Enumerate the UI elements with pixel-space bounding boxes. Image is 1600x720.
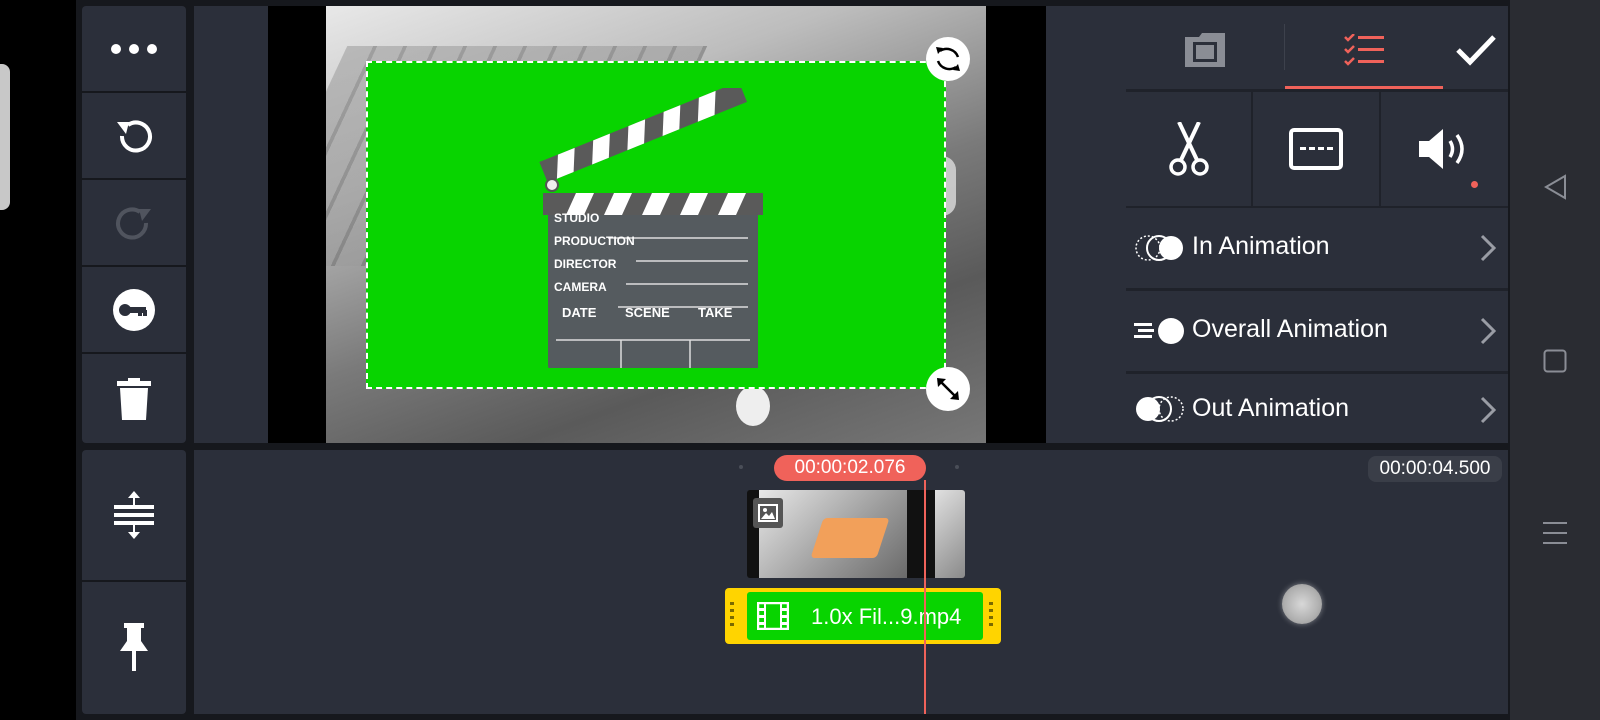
subtitle-icon bbox=[1289, 128, 1343, 170]
in-animation-label: In Animation bbox=[1192, 232, 1330, 260]
recents-lines-icon bbox=[1543, 522, 1567, 544]
delete-button[interactable] bbox=[82, 354, 186, 443]
volume-modified-dot bbox=[1471, 181, 1478, 188]
layer-clip[interactable]: 1.0x Fil...9.mp4 bbox=[725, 588, 1001, 644]
image-badge bbox=[753, 498, 783, 528]
redo-icon bbox=[116, 207, 151, 239]
tab-media[interactable] bbox=[1126, 6, 1284, 94]
keyframe-button[interactable] bbox=[82, 267, 186, 352]
right-panel: In Animation Overall Animation Out Anima… bbox=[1126, 6, 1508, 443]
film-icon bbox=[757, 602, 789, 630]
green-screen-layer[interactable]: STUDIO PRODUCTION DIRECTOR CAMERA DATE S… bbox=[366, 61, 946, 389]
out-animation-icon bbox=[1136, 396, 1184, 422]
more-icon bbox=[111, 43, 157, 54]
overall-animation-label: Overall Animation bbox=[1192, 315, 1388, 343]
undo-icon bbox=[117, 120, 152, 152]
nav-back-button[interactable] bbox=[1540, 172, 1570, 202]
back-triangle-icon bbox=[1544, 174, 1566, 200]
total-duration-badge: 00:00:04.500 bbox=[1368, 456, 1502, 482]
redo-button[interactable] bbox=[82, 180, 186, 265]
more-options-button[interactable] bbox=[82, 6, 186, 91]
clapperboard-icon bbox=[539, 88, 763, 368]
playhead-line[interactable] bbox=[924, 480, 926, 714]
chevron-right-icon bbox=[1480, 317, 1496, 345]
editor-app: STUDIO PRODUCTION DIRECTOR CAMERA DATE S… bbox=[76, 0, 1510, 720]
rotate-icon bbox=[936, 47, 960, 71]
clapperboard-label-camera: CAMERA bbox=[554, 280, 607, 294]
resize-handle[interactable] bbox=[926, 367, 970, 411]
confirm-button[interactable] bbox=[1443, 6, 1508, 94]
options-list-icon bbox=[1344, 34, 1384, 66]
image-icon bbox=[758, 504, 778, 522]
layer-clip-label: 1.0x Fil...9.mp4 bbox=[811, 604, 962, 629]
overall-animation-icon bbox=[1134, 318, 1184, 344]
chevron-right-icon bbox=[1480, 396, 1496, 424]
nav-home-button[interactable] bbox=[1540, 346, 1570, 376]
home-square-icon bbox=[1543, 349, 1567, 373]
tool-subtitle[interactable] bbox=[1253, 92, 1379, 206]
floating-touch-indicator[interactable] bbox=[1282, 584, 1322, 624]
panel-tabs bbox=[1126, 6, 1508, 89]
overall-animation-row[interactable]: Overall Animation bbox=[1126, 291, 1508, 371]
clip-frame-2 bbox=[935, 490, 965, 578]
in-animation-row[interactable]: In Animation bbox=[1126, 208, 1508, 288]
layer-clip-left-grip[interactable] bbox=[730, 602, 734, 630]
chevron-right-icon bbox=[1480, 234, 1496, 262]
scissors-icon bbox=[1168, 122, 1209, 176]
in-animation-icon bbox=[1135, 235, 1183, 261]
clapperboard-label-studio: STUDIO bbox=[554, 211, 600, 225]
rotate-handle[interactable] bbox=[926, 37, 970, 81]
clapperboard-col-take: TAKE bbox=[698, 305, 733, 320]
pin-icon bbox=[120, 623, 148, 671]
layer-clip-body: 1.0x Fil...9.mp4 bbox=[747, 592, 983, 640]
video-clip-thumbnail[interactable] bbox=[747, 490, 965, 578]
screen-edge-handle[interactable] bbox=[0, 64, 10, 210]
timeline-resize-icon bbox=[114, 491, 154, 539]
current-time-badge: 00:00:02.076 bbox=[774, 455, 926, 481]
timeline-area[interactable]: 00:00:02.076 00:00:04.500 1.0x Fil...9.m… bbox=[194, 450, 1508, 714]
tab-options-underline bbox=[1285, 86, 1443, 89]
tab-options[interactable] bbox=[1285, 6, 1443, 94]
undo-button[interactable] bbox=[82, 93, 186, 178]
volume-icon bbox=[1418, 129, 1464, 169]
out-animation-label: Out Animation bbox=[1192, 394, 1350, 422]
clapperboard-label-director: DIRECTOR bbox=[554, 257, 617, 271]
out-animation-row[interactable]: Out Animation bbox=[1126, 374, 1508, 443]
timeline-resize-button[interactable] bbox=[82, 450, 186, 580]
clapperboard-col-date: DATE bbox=[562, 305, 597, 320]
resize-icon bbox=[937, 378, 959, 400]
checkmark-icon bbox=[1455, 35, 1496, 66]
earbuds-shape bbox=[736, 386, 770, 426]
tool-volume[interactable] bbox=[1381, 92, 1508, 206]
clapperboard-col-scene: SCENE bbox=[625, 305, 670, 320]
media-icon bbox=[1185, 33, 1225, 67]
system-navigation-bar bbox=[1510, 0, 1600, 720]
key-icon bbox=[113, 288, 155, 331]
tool-cut[interactable] bbox=[1126, 92, 1251, 206]
delete-icon bbox=[117, 377, 151, 420]
preview-area[interactable]: STUDIO PRODUCTION DIRECTOR CAMERA DATE S… bbox=[194, 6, 1200, 443]
pin-button[interactable] bbox=[82, 582, 186, 714]
clapperboard-label-production: PRODUCTION bbox=[554, 234, 635, 248]
layer-clip-right-grip[interactable] bbox=[989, 602, 993, 630]
nav-recents-button[interactable] bbox=[1540, 518, 1570, 548]
